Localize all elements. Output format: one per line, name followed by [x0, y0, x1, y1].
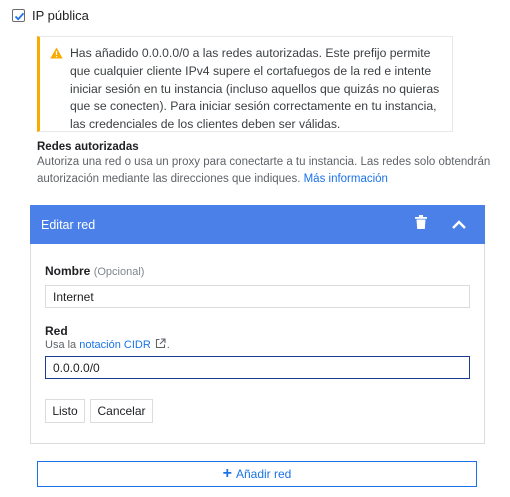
- plus-icon: +: [222, 465, 232, 482]
- edit-network-header: Editar red: [30, 205, 485, 244]
- cidr-hint: Usa la notación CIDR .: [45, 338, 170, 352]
- add-network-label: Añadir red: [235, 467, 292, 481]
- public-ip-checkbox[interactable]: [12, 9, 25, 22]
- more-info-link[interactable]: Más información: [304, 173, 388, 185]
- cidr-hint-suffix: .: [166, 339, 170, 351]
- public-ip-row[interactable]: IP pública: [12, 8, 89, 23]
- add-network-button[interactable]: + Añadir red: [37, 461, 477, 487]
- name-input[interactable]: [45, 285, 470, 308]
- authorized-networks-title: Redes autorizadas: [37, 141, 139, 153]
- name-optional-label: (Opcional): [93, 266, 145, 278]
- chevron-up-icon[interactable]: [449, 216, 469, 232]
- public-ip-label: IP pública: [32, 8, 89, 23]
- name-field-label: Nombre (Opcional): [45, 264, 144, 278]
- network-label: Red: [45, 324, 68, 338]
- cidr-hint-prefix: Usa la: [45, 339, 77, 351]
- trash-icon[interactable]: [413, 214, 429, 232]
- edit-network-title: Editar red: [41, 218, 96, 232]
- warning-banner: Has añadido 0.0.0.0/0 a las redes autori…: [37, 36, 453, 132]
- cidr-notation-link[interactable]: notación CIDR: [79, 339, 151, 351]
- edit-network-body: Nombre (Opcional) Red Usa la notación CI…: [30, 244, 485, 444]
- network-input[interactable]: [45, 356, 470, 379]
- warning-text: Has añadido 0.0.0.0/0 a las redes autori…: [70, 46, 440, 132]
- done-button[interactable]: Listo: [45, 399, 85, 423]
- authorized-networks-desc-text: Autoriza una red o usa un proxy para con…: [37, 156, 491, 185]
- warning-icon: [50, 46, 63, 64]
- name-label: Nombre: [45, 264, 91, 278]
- cancel-button[interactable]: Cancelar: [90, 399, 153, 423]
- authorized-networks-description: Autoriza una red o usa un proxy para con…: [37, 154, 497, 188]
- checkmark-icon: [14, 12, 25, 21]
- external-link-icon: [155, 338, 166, 352]
